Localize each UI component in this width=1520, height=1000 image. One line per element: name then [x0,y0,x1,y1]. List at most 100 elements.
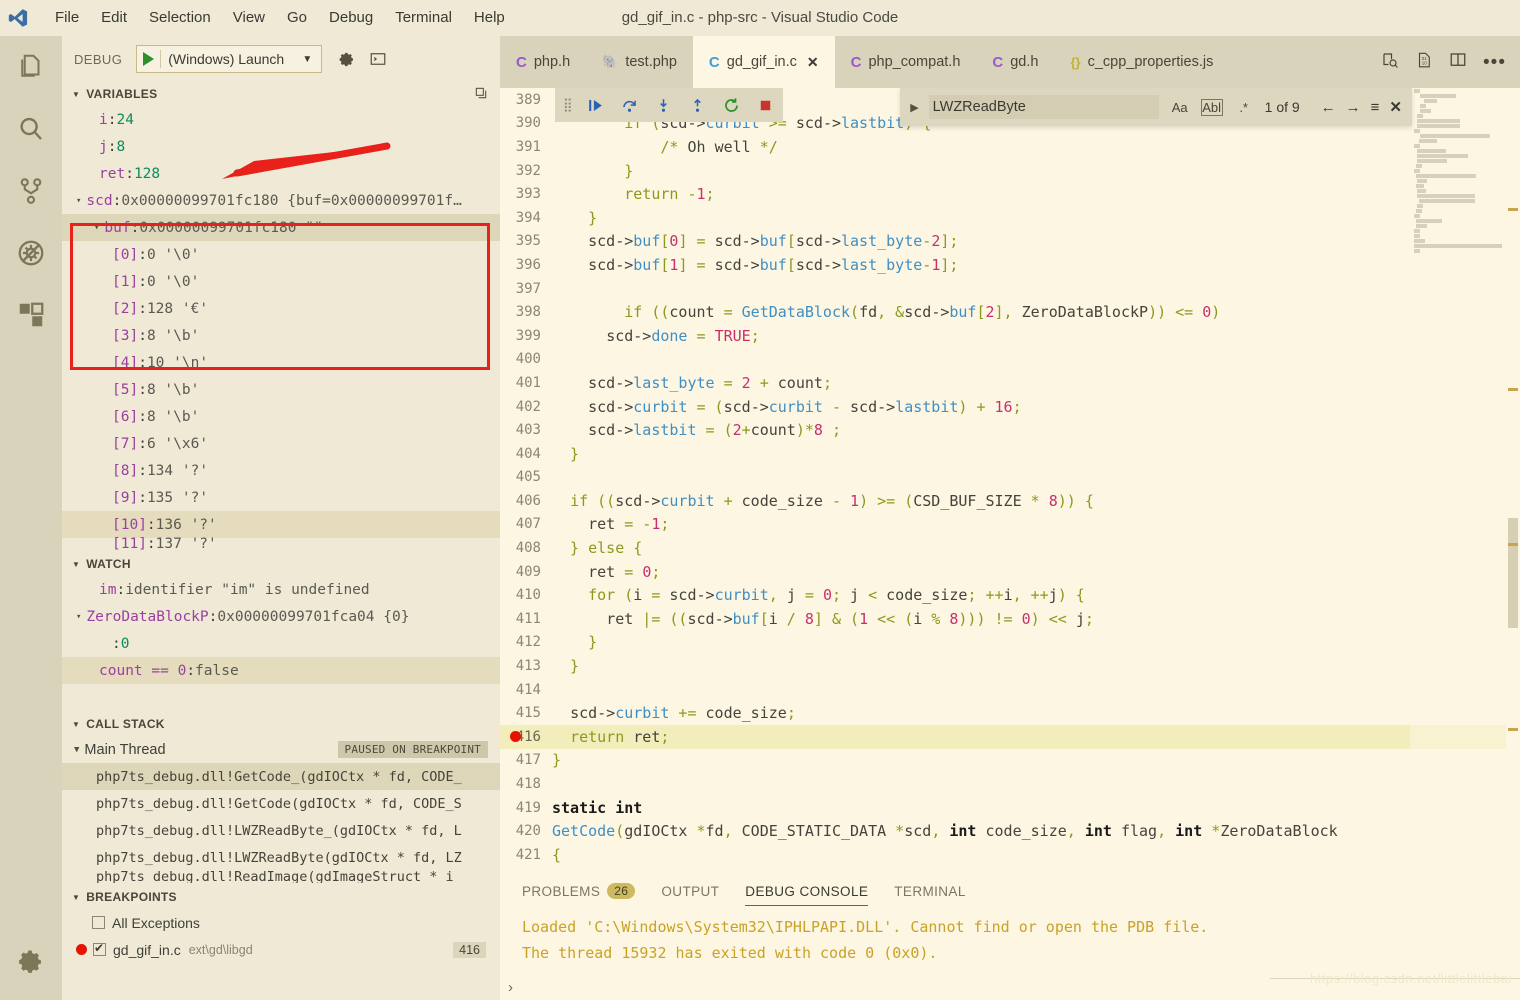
code-line[interactable]: 407 ret = -1; [500,513,1520,537]
code-line[interactable]: 396 scd->buf[1] = scd->buf[scd->last_byt… [500,253,1520,277]
code-line[interactable]: 418 [500,772,1520,796]
debug-icon[interactable] [0,222,62,284]
editor-tab[interactable]: 🐘 test.php [586,36,693,88]
binary-view-icon[interactable]: 01 10 [1415,51,1433,74]
callstack-frames[interactable]: php7ts_debug.dll!GetCode_(gdIOCtx * fd, … [62,763,500,883]
variable-row[interactable]: [11]: 137 '?' [62,536,500,552]
variable-row[interactable]: ret: 128 [62,160,500,187]
chevron-down-icon[interactable]: ▾ [76,196,81,206]
code-line[interactable]: 404 } [500,442,1520,466]
code-line[interactable]: 420 GetCode(gdIOCtx *fd, CODE_STATIC_DATA… [500,819,1520,843]
source-control-icon[interactable] [0,160,62,222]
open-debug-console-icon[interactable] [369,50,387,68]
variable-row[interactable]: [7]: 6 '\x6' [62,430,500,457]
code-line[interactable]: 391 /* Oh well */ [500,135,1520,159]
step-out-button[interactable] [688,96,707,115]
whole-word-icon[interactable]: Abl [1200,98,1223,116]
variable-row[interactable]: [9]: 135 '?' [62,484,500,511]
variable-row[interactable]: i: 24 [62,106,500,133]
callstack-frame[interactable]: php7ts_debug.dll!ReadImage(gdImageStruct… [62,871,500,883]
code-editor[interactable]: 389390 if (scd->curbit >= scd->lastbit) … [500,88,1520,926]
watch-row[interactable]: : 0 [62,630,500,657]
tabs[interactable]: Cphp.h 🐘 test.php Cgd_gif_in.c ✕ Cphp_compat.… [500,36,1229,88]
more-actions-icon[interactable]: ••• [1483,53,1506,72]
watch-section-header[interactable]: ▼ WATCH [62,552,500,576]
menu-file[interactable]: File [44,0,90,36]
code-line[interactable]: 410 for (i = scd->curbit, j = 0; j < cod… [500,583,1520,607]
code-line[interactable]: 412 } [500,631,1520,655]
variables-list[interactable]: i: 24 j: 8 ret: 128 ▾ scd: 0x00000099701fc… [62,106,500,552]
close-find-icon[interactable]: ✕ [1389,98,1402,116]
search-icon[interactable] [0,98,62,160]
panel-tab[interactable]: PROBLEMS 26 [522,874,636,908]
code-line[interactable]: 401 scd->last_byte = 2 + count; [500,371,1520,395]
code-line[interactable]: 413 } [500,654,1520,678]
editor-tab[interactable]: Cphp.h [500,36,586,88]
variable-row[interactable]: [5]: 8 '\b' [62,376,500,403]
panel-tab[interactable]: OUTPUT [661,874,719,908]
breakpoint-checkbox[interactable] [93,941,106,956]
settings-gear-icon[interactable] [0,932,62,994]
toggle-replace-icon[interactable]: ▶ [910,101,918,114]
code-lines[interactable]: 389390 if (scd->curbit >= scd->lastbit) … [500,88,1520,926]
code-line[interactable]: 408 } else { [500,536,1520,560]
code-line[interactable]: 414 [500,678,1520,702]
watch-row[interactable]: im: identifier "im" is undefined [62,576,500,603]
callstack-frame[interactable]: php7ts_debug.dll!GetCode(gdIOCtx * fd, C… [62,790,500,817]
code-line[interactable]: 392 } [500,159,1520,183]
console-prompt-icon[interactable]: › [508,979,513,996]
chevron-down-icon[interactable]: ▼ [302,54,312,65]
split-editor-icon[interactable] [1449,51,1467,74]
panel-tab[interactable]: DEBUG CONSOLE [745,874,869,908]
step-into-button[interactable] [654,96,673,115]
code-line[interactable]: 421 { [500,843,1520,867]
scrollbar-thumb[interactable] [1508,518,1518,628]
code-line[interactable]: 411 ret |= ((scd->buf[i / 8] & (1 << (i … [500,607,1520,631]
match-case-icon[interactable]: Aa [1169,100,1191,115]
code-line[interactable]: 397 [500,277,1520,301]
launch-configuration-select[interactable]: (Windows) Launch ▼ [136,45,323,73]
menu-help[interactable]: Help [463,0,516,36]
find-next-icon[interactable]: → [1346,99,1361,116]
debug-settings-gear-icon[interactable] [336,50,355,69]
code-line[interactable]: 419 static int [500,796,1520,820]
editor-tab[interactable]: {} c_cpp_properties.js [1054,36,1229,88]
panel-tabs[interactable]: PROBLEMS 26 OUTPUT DEBUG CONSOLE TERMINAL [500,874,1520,908]
variable-row[interactable]: [4]: 10 '\n' [62,349,500,376]
restart-button[interactable] [722,96,741,115]
variables-section-header[interactable]: ▼ VARIABLES [62,82,500,106]
panel-tab[interactable]: TERMINAL [894,874,965,908]
menu-go[interactable]: Go [276,0,318,36]
step-over-button[interactable] [620,96,639,115]
code-line[interactable]: 417} [500,749,1520,773]
variable-row[interactable]: [3]: 8 '\b' [62,322,500,349]
breakpoints-list[interactable]: All Exceptions gd_gif_in.c ext\gd\libgd 416 [62,909,500,963]
variable-row[interactable]: j: 8 [62,133,500,160]
watch-row[interactable]: count == 0: false [62,657,500,684]
code-line[interactable]: 393 return -1; [500,182,1520,206]
split-preview-icon[interactable] [1381,51,1399,74]
breakpoints-section-header[interactable]: ▼ BREAKPOINTS [62,885,500,909]
breakpoint-marker-icon[interactable] [510,731,521,743]
variable-row[interactable]: [1]: 0 '\0' [62,268,500,295]
stop-button[interactable] [756,96,775,115]
menu-terminal[interactable]: Terminal [384,0,463,36]
code-line[interactable]: 405 [500,466,1520,490]
editor-tab[interactable]: Cgd_gif_in.c ✕ [692,36,835,88]
editor-tab[interactable]: Cgd.h [976,36,1054,88]
find-previous-icon[interactable]: ← [1321,99,1336,116]
menu-debug[interactable]: Debug [318,0,384,36]
callstack-thread-row[interactable]: ▼ Main Thread PAUSED ON BREAKPOINT [62,736,500,763]
continue-button[interactable] [586,96,605,115]
debug-toolbar[interactable]: ⣿ [555,88,783,122]
menu-edit[interactable]: Edit [90,0,138,36]
minimap[interactable] [1410,88,1506,926]
variable-row[interactable]: [10]: 136 '?' [62,511,500,538]
variable-row[interactable]: [6]: 8 '\b' [62,403,500,430]
variable-row[interactable]: ▾ buf: 0x00000099701fc180 "" [62,214,500,241]
start-debug-icon[interactable] [143,52,155,66]
watch-row[interactable]: ▾ ZeroDataBlockP: 0x00000099701fca04 {0} [62,603,500,630]
code-line[interactable]: 406 if ((scd->curbit + code_size - 1) >=… [500,489,1520,513]
extensions-icon[interactable] [0,284,62,346]
breakpoint-row[interactable]: All Exceptions [62,909,500,936]
